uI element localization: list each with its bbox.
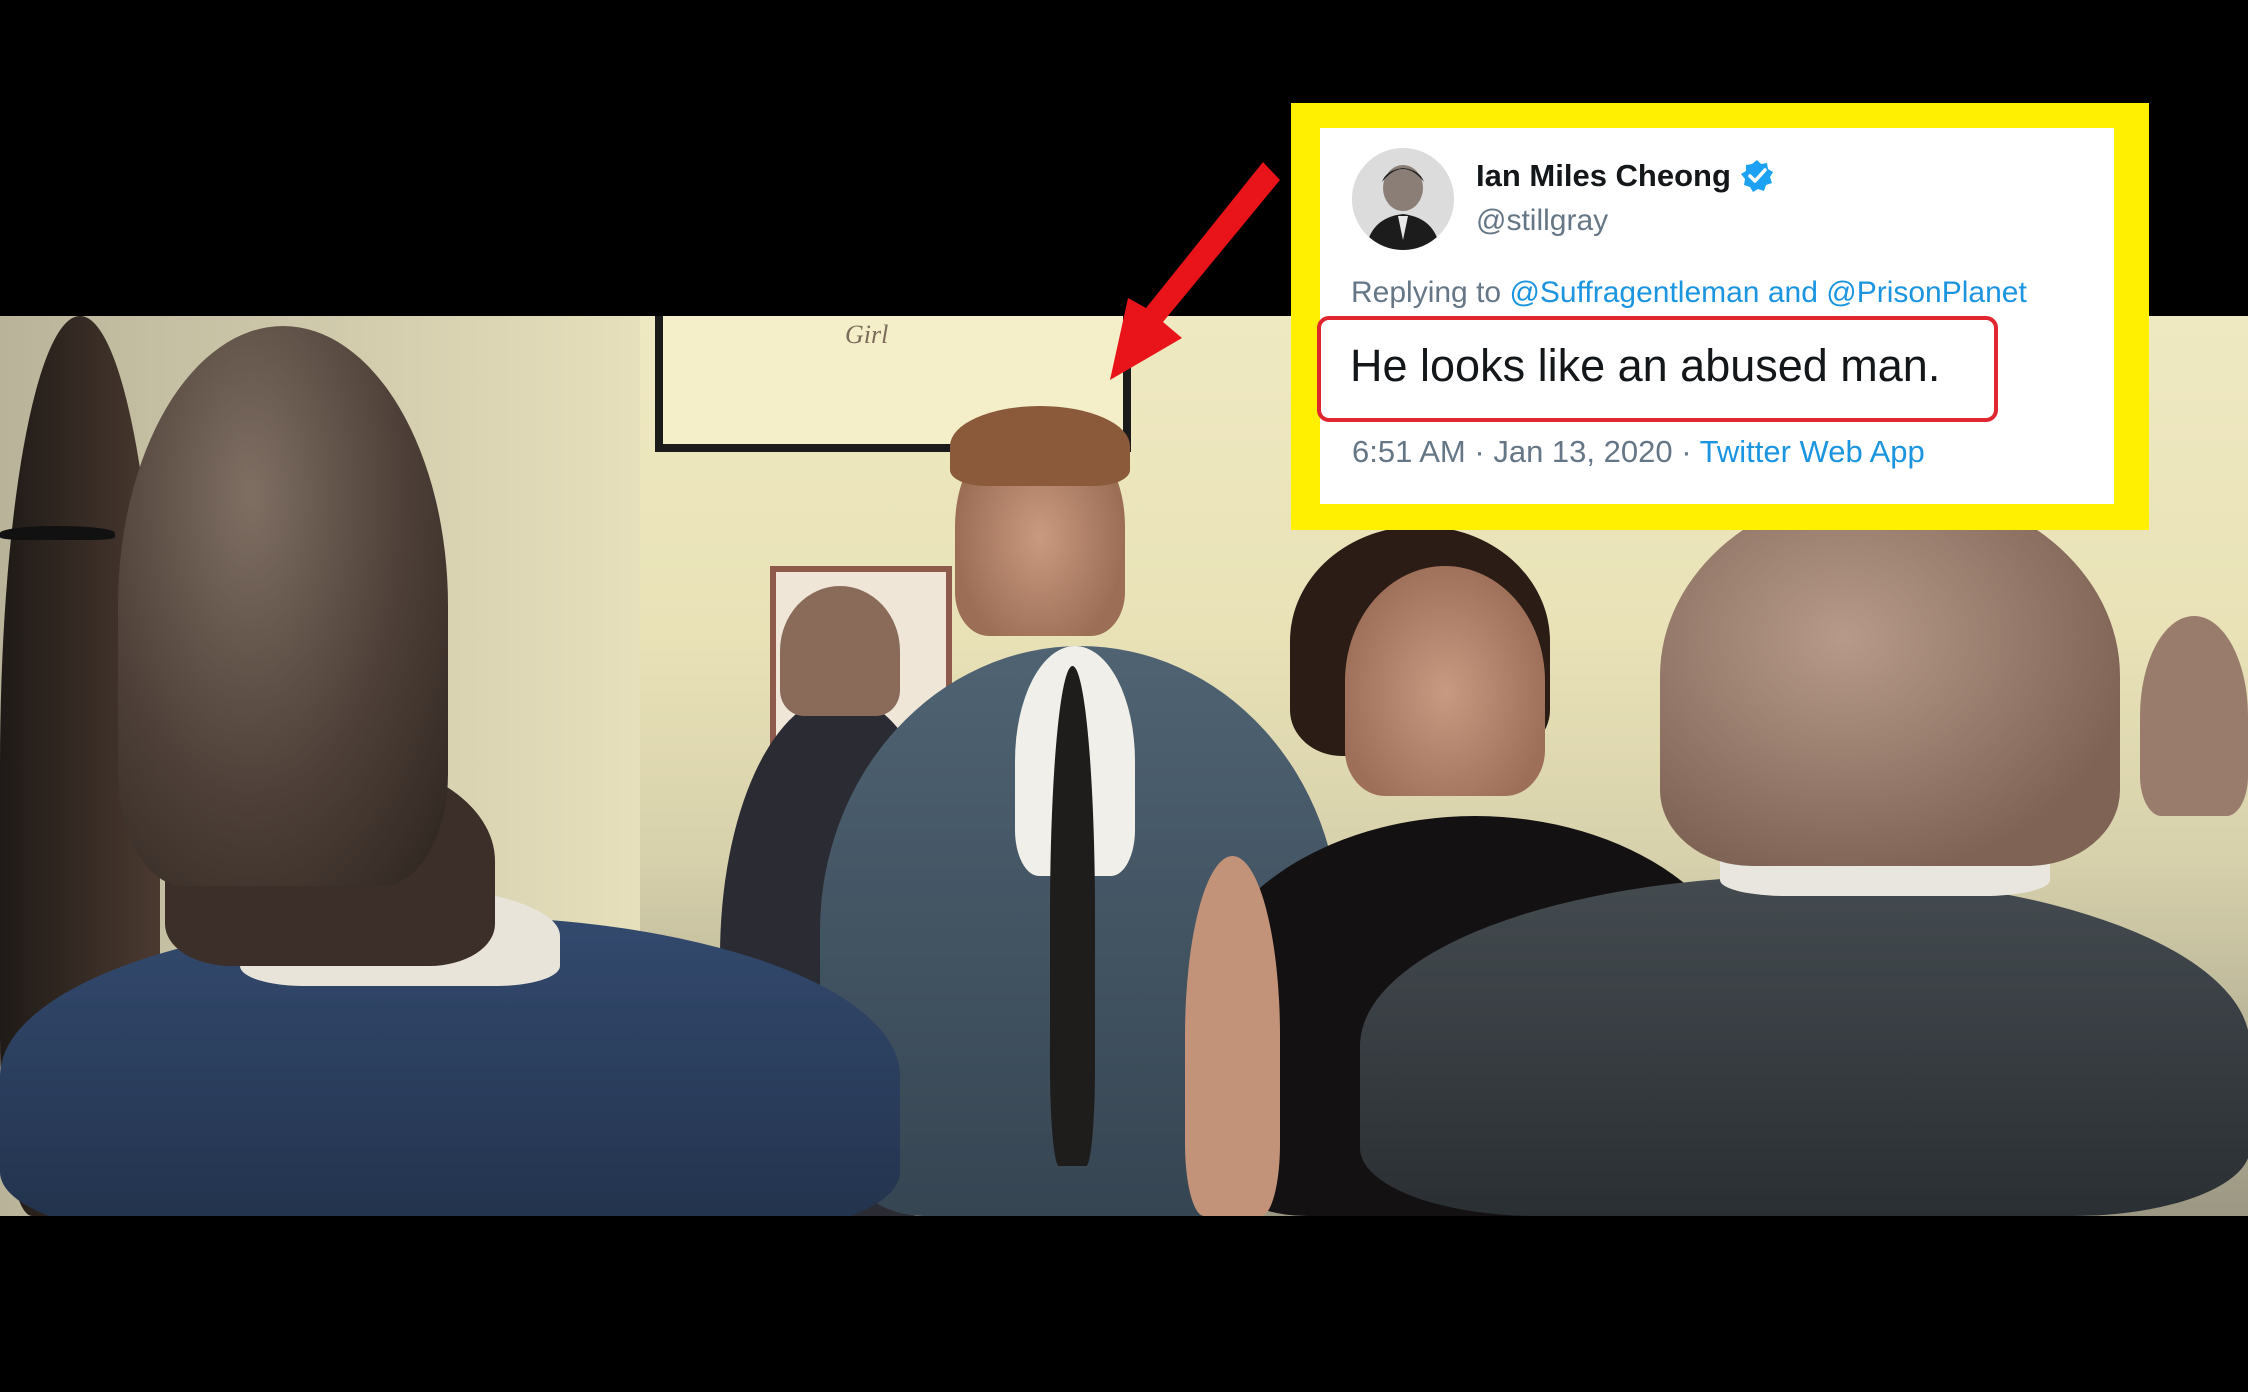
verified-badge-icon: [1740, 160, 1773, 192]
woman-face: [1345, 566, 1545, 796]
tweet-meta: 6:51 AM · Jan 13, 2020 · Twitter Web App: [1352, 434, 1925, 470]
avatar-portrait-icon: [1352, 148, 1454, 250]
center-man-tie: [1050, 666, 1095, 1166]
bald-man-head: [118, 326, 448, 886]
reply-prefix: Replying to: [1351, 276, 1502, 309]
tweet-time[interactable]: 6:51 AM: [1352, 434, 1466, 469]
reply-joiner: and: [1767, 276, 1818, 309]
background-person-head: [780, 586, 900, 716]
author-row: Ian Miles Cheong: [1476, 158, 1775, 194]
red-arrow-icon: [1110, 162, 1280, 380]
glasses: [0, 526, 115, 540]
author-handle[interactable]: @stillgray: [1476, 204, 1608, 238]
tweet-date[interactable]: Jan 13, 2020: [1493, 434, 1672, 469]
woman-arm: [1185, 856, 1280, 1216]
tweet-source-link[interactable]: Twitter Web App: [1700, 434, 1925, 469]
avatar[interactable]: [1352, 148, 1454, 250]
meta-separator-2: ·: [1681, 434, 1692, 469]
screen-sign: Girl: [845, 320, 889, 349]
right-man-suit: [1360, 876, 2248, 1216]
reply-context: Replying to @Suffragentleman and @Prison…: [1351, 276, 2027, 310]
meta-separator-1: ·: [1474, 434, 1485, 469]
far-right-person: [2140, 616, 2248, 816]
center-man-hair: [950, 406, 1130, 486]
author-name[interactable]: Ian Miles Cheong: [1476, 158, 1731, 194]
right-man-head: [1660, 486, 2120, 866]
reply-user-link-1[interactable]: @Suffragentleman: [1509, 276, 1759, 309]
reply-user-link-2[interactable]: @PrisonPlanet: [1826, 276, 2027, 309]
tweet-text-highlight-box: [1317, 316, 1998, 422]
